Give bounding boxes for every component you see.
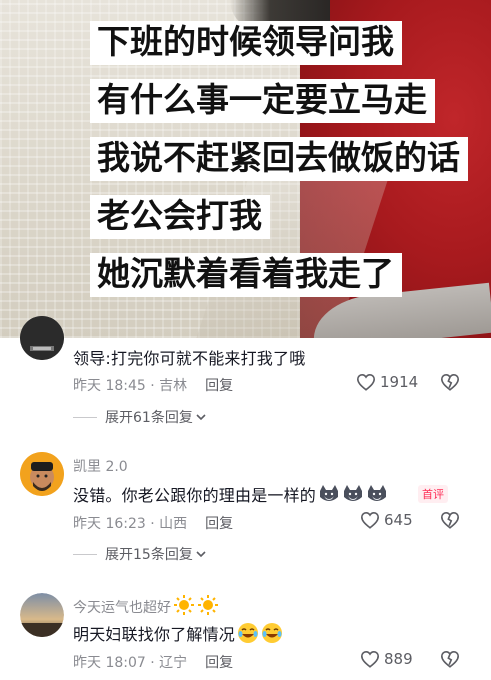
dislike-button[interactable] [440,650,460,672]
caption-line-3: 我说不赶紧回去做饭的话 [90,137,468,181]
comment-location: 山西 [159,516,188,532]
avatar[interactable] [20,452,64,496]
dislike-heart-icon [440,650,460,668]
first-comment-badge: 首评 [418,485,448,503]
comment-username[interactable]: 凯里 2.0 [73,456,128,476]
comment-time: 昨天 18:07 [73,655,146,671]
dislike-heart-icon [440,511,460,529]
dislike-heart-icon [440,373,460,391]
expand-replies-label: 展开61条回复 [105,410,193,426]
caption-line-1: 下班的时候领导问我 [90,21,402,65]
like-button[interactable]: 645 [360,511,413,529]
wolf-emoji-icon [344,485,363,501]
comment-location: 吉林 [159,378,188,394]
like-count: 645 [384,511,413,529]
reply-button[interactable]: 回复 [205,655,233,671]
comment-text: 明天妇联找你了解情况 [73,621,283,645]
like-button[interactable]: 1914 [356,373,418,391]
avatar[interactable] [20,316,64,360]
comment-meta: 昨天 18:07 · 辽宁 回复 [73,655,234,671]
heart-outline-icon [360,511,380,529]
caption-line-4: 老公会打我 [90,195,270,239]
chevron-down-icon [196,551,206,558]
dislike-button[interactable] [440,511,460,533]
comment-location: 辽宁 [159,655,188,671]
comment-text-content: 没错。你老公跟你的理由是一样的 [73,486,317,505]
comment-time: 昨天 16:23 [73,516,146,532]
expand-replies-label: 展开15条回复 [105,547,193,563]
expand-replies-button[interactable]: 展开15条回复 [73,544,207,564]
comment-username[interactable]: 今天运气也超好 [73,594,219,617]
like-count: 1914 [380,373,419,391]
video-frame[interactable]: 下班的时候领导问我 有什么事一定要立马走 我说不赶紧回去做饭的话 老公会打我 她… [0,0,491,338]
heart-outline-icon [356,373,376,391]
sun-emoji-icon [174,595,194,615]
caption-line-5: 她沉默着看着我走了 [90,253,402,297]
chevron-down-icon [196,414,206,421]
comment-text-content: 明天妇联找你了解情况 [73,625,236,644]
reply-button[interactable]: 回复 [205,378,233,394]
comment-list: 领导:打完你可就不能来打我了哦 昨天 18:45 · 吉林 回复 1914 展开6… [0,316,491,680]
laugh-cry-emoji-icon [262,623,283,643]
wolf-emoji-icon [320,485,339,501]
caption-line-2: 有什么事一定要立马走 [90,79,435,123]
wolf-emoji-icon [368,485,387,501]
avatar[interactable] [20,593,64,637]
heart-outline-icon [360,650,380,668]
comment-time: 昨天 18:45 [73,378,146,394]
sun-emoji-icon [198,595,218,615]
divider-line [73,416,97,418]
comment-text: 领导:打完你可就不能来打我了哦 [73,349,306,368]
like-button[interactable]: 889 [360,650,413,668]
dislike-button[interactable] [440,373,460,395]
divider-line [73,553,97,555]
comment-text: 没错。你老公跟你的理由是一样的 [73,482,388,506]
comment-meta: 昨天 18:45 · 吉林 回复 [73,378,234,394]
expand-replies-button[interactable]: 展开61条回复 [73,407,207,427]
laugh-cry-emoji-icon [238,623,259,643]
avatar-image [20,593,64,637]
reply-button[interactable]: 回复 [205,516,233,532]
comment-meta: 昨天 16:23 · 山西 回复 [73,516,234,532]
avatar-image [20,452,64,496]
avatar-image [20,316,64,360]
username-text: 今天运气也超好 [73,600,171,616]
like-count: 889 [384,650,413,668]
